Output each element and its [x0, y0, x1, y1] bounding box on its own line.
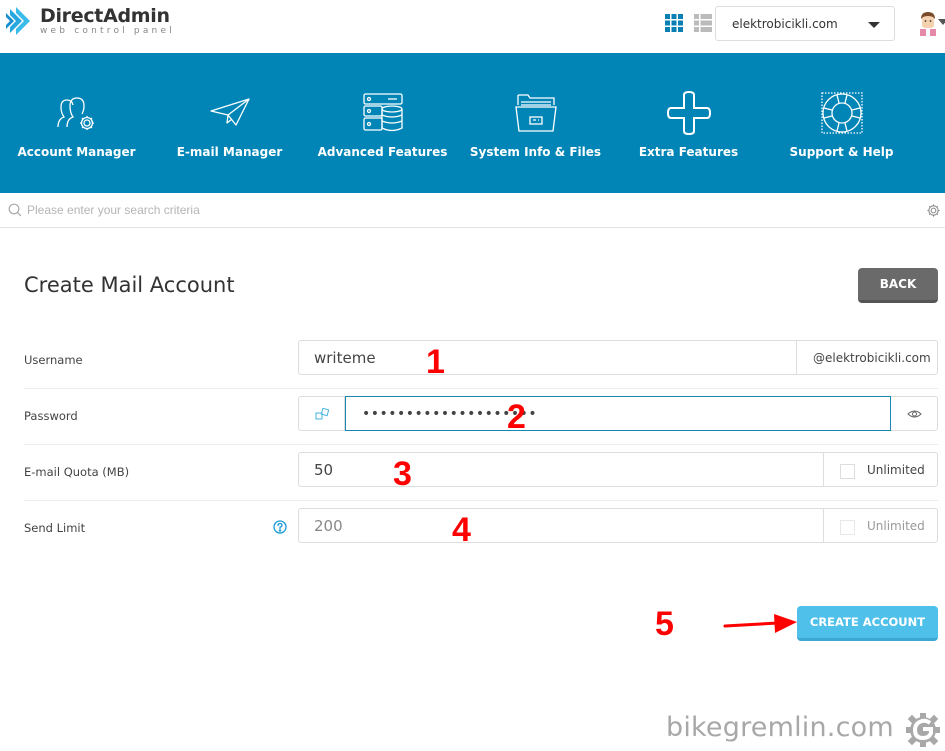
nav-system-info-files[interactable]: System Info & Files	[459, 53, 612, 193]
user-avatar-icon[interactable]	[917, 10, 939, 36]
nav-label: E-mail Manager	[176, 145, 283, 159]
show-password-button[interactable]	[891, 397, 937, 430]
annotation-5: 5	[655, 605, 674, 643]
search-input[interactable]	[27, 200, 907, 220]
grid-view-icon[interactable]	[665, 14, 683, 32]
annotation-2: 2	[507, 398, 526, 436]
annotation-3: 3	[393, 455, 412, 493]
random-dice-icon	[315, 407, 329, 419]
domain-select-value: elektrobicikli.com	[732, 17, 838, 31]
paper-plane-icon	[209, 98, 250, 126]
form-row-username: Username writeme @elektrobicikli.com	[24, 333, 938, 389]
password-label: Password	[24, 409, 78, 423]
logo-title: DirectAdmin	[40, 4, 170, 27]
send-limit-unlimited-checkbox[interactable]	[840, 520, 855, 535]
eye-icon	[906, 410, 922, 417]
form-row-quota: E-mail Quota (MB) 50 Unlimited	[24, 445, 938, 501]
annotation-1: 1	[426, 343, 445, 381]
user-menu-caret-icon[interactable]	[938, 19, 945, 25]
form-row-password: Password ••••••••••••••••••••	[24, 389, 938, 445]
nav-support-help[interactable]: Support & Help	[765, 53, 918, 193]
password-input[interactable]: ••••••••••••••••••••	[345, 396, 891, 431]
caret-down-icon	[868, 22, 880, 28]
annotation-4: 4	[452, 511, 471, 549]
send-limit-unlimited-toggle[interactable]: Unlimited	[823, 509, 937, 542]
annotation-arrow-icon	[723, 614, 797, 633]
send-limit-input[interactable]: 200	[299, 509, 823, 542]
send-limit-field: 200 Unlimited	[298, 508, 938, 543]
generate-password-button[interactable]	[299, 397, 345, 430]
directadmin-logo-icon	[6, 7, 30, 35]
nav-label: Extra Features	[638, 145, 739, 159]
nav-account-manager[interactable]: Account Manager	[0, 53, 153, 193]
back-button[interactable]: BACK	[858, 268, 938, 303]
bikegremlin-gear-logo-icon	[906, 713, 940, 747]
help-icon[interactable]	[273, 520, 287, 534]
directadmin-logo[interactable]: DirectAdmin web control panel	[4, 5, 175, 37]
quota-unlimited-toggle[interactable]: Unlimited	[823, 453, 937, 486]
quota-label: E-mail Quota (MB)	[24, 465, 130, 479]
server-database-icon	[362, 93, 403, 132]
form-row-send-limit: Send Limit 200 Unlimited	[24, 501, 938, 557]
top-bar: DirectAdmin web control panel elektrobic…	[0, 0, 945, 53]
quota-unlimited-checkbox[interactable]	[840, 464, 855, 479]
quota-input[interactable]: 50	[299, 453, 823, 486]
lifebuoy-icon	[820, 92, 863, 134]
domain-select[interactable]: elektrobicikli.com	[715, 6, 895, 41]
username-input[interactable]: writeme	[299, 341, 796, 374]
search-bar	[0, 193, 945, 228]
users-gear-icon	[56, 97, 94, 130]
nav-label: Account Manager	[17, 145, 136, 159]
create-account-button[interactable]: CREATE ACCOUNT	[797, 606, 938, 641]
nav-email-manager[interactable]: E-mail Manager	[153, 53, 306, 193]
main-nav: Account Manager E-mail Manager Advanced …	[0, 53, 945, 193]
page-title: Create Mail Account	[24, 273, 235, 297]
list-view-icon[interactable]	[694, 14, 712, 32]
quota-unlimited-label: Unlimited	[867, 463, 925, 477]
search-icon	[8, 203, 22, 217]
nav-label: Support & Help	[789, 145, 894, 159]
nav-label: System Info & Files	[469, 145, 602, 159]
settings-gear-icon[interactable]	[926, 203, 941, 218]
username-field: writeme @elektrobicikli.com	[298, 340, 938, 375]
username-domain-suffix: @elektrobicikli.com	[796, 341, 937, 374]
password-field: ••••••••••••••••••••	[298, 396, 938, 431]
watermark-text: bikegremlin.com	[666, 712, 894, 743]
plus-icon	[666, 91, 711, 135]
folder-files-icon	[514, 94, 557, 132]
nav-extra-features[interactable]: Extra Features	[612, 53, 765, 193]
send-limit-unlimited-label: Unlimited	[867, 519, 925, 533]
nav-advanced-features[interactable]: Advanced Features	[306, 53, 459, 193]
send-limit-label: Send Limit	[24, 521, 86, 535]
username-label: Username	[24, 353, 83, 367]
nav-label: Advanced Features	[317, 145, 448, 159]
logo-subtitle: web control panel	[40, 25, 175, 36]
